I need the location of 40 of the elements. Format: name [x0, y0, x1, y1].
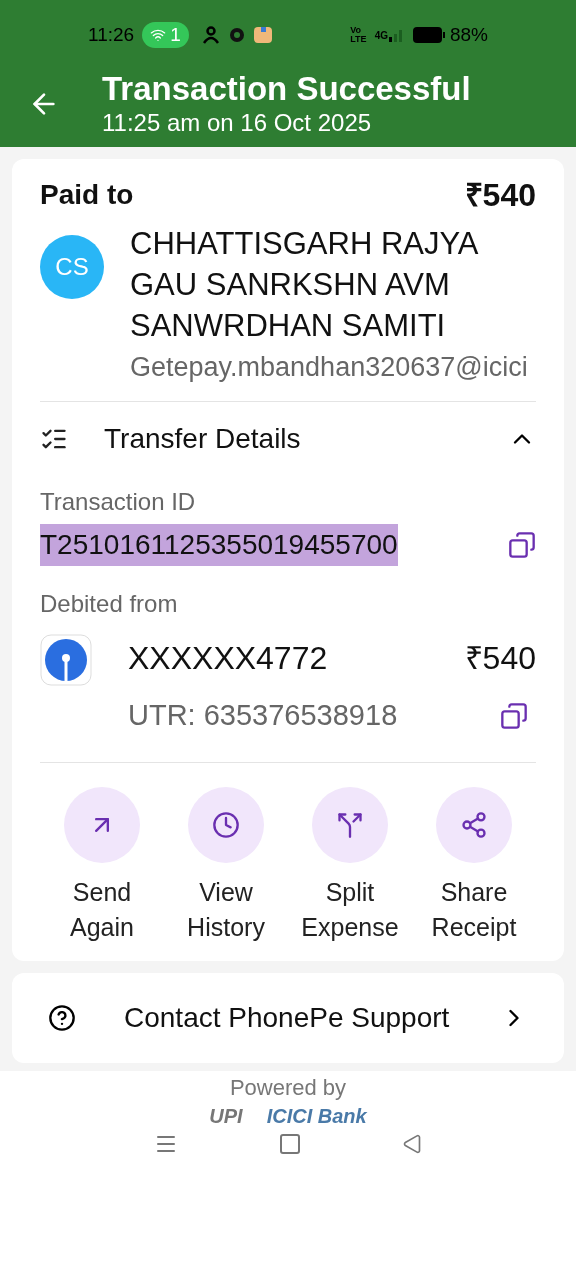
- debited-from-label: Debited from: [40, 589, 179, 619]
- icici-logo: ICICI Bank: [266, 1103, 367, 1129]
- action-button[interactable]: View History: [164, 786, 288, 945]
- volte-indicator: Vo LTE: [350, 26, 367, 44]
- account-number: XXXXXX4772: [128, 639, 328, 678]
- copy-button[interactable]: [508, 531, 536, 559]
- status-time: 11:26: [88, 22, 135, 47]
- network-type: 4G: [374, 28, 388, 43]
- paid-to-label: Paid to: [40, 178, 134, 212]
- upi-logo: UPI: [209, 1103, 243, 1129]
- bank-logo: [40, 634, 92, 686]
- battery-level: 88%: [449, 22, 488, 47]
- payee-avatar: CS: [40, 235, 104, 299]
- split-icon: [336, 810, 364, 839]
- share-icon: [460, 810, 488, 839]
- hotspot-badge: 1: [142, 22, 189, 48]
- action-button[interactable]: Split Expense: [288, 786, 412, 945]
- action-button[interactable]: Share Receipt: [412, 786, 536, 945]
- box-icon: [252, 25, 273, 45]
- page-title: Transaction Successful: [102, 70, 471, 108]
- home-button[interactable]: [278, 1131, 302, 1156]
- transfer-details-header[interactable]: Transfer Details: [40, 418, 536, 460]
- back-nav-button[interactable]: [402, 1133, 422, 1154]
- action-button[interactable]: Send Again: [40, 786, 164, 945]
- support-row[interactable]: Contact PhonePe Support: [12, 972, 564, 1063]
- debited-amount: ₹540: [464, 639, 536, 678]
- powered-by-text: Powered by: [229, 1073, 347, 1102]
- help-icon: [48, 1003, 76, 1032]
- clock-icon: [212, 810, 240, 839]
- transaction-id-label: Transaction ID: [40, 487, 197, 517]
- utr-number: UTR: 635376538918: [128, 698, 398, 733]
- payee-name: CHHATTISGARH RAJYA GAU SANRKSHN AVM SANWRDHAN SAMITI: [130, 225, 479, 345]
- person-icon: [200, 25, 221, 45]
- signal-icon: [387, 27, 404, 43]
- upi-id: Getepay.mbandhan320637@icici: [130, 351, 529, 384]
- transaction-id: T2510161125355019455700: [40, 524, 398, 566]
- copy-button[interactable]: [500, 701, 528, 730]
- transaction-time: 11:25 am on 16 Oct 2025: [102, 108, 373, 138]
- battery-icon: [411, 26, 446, 44]
- payment-amount: ₹540: [464, 176, 536, 215]
